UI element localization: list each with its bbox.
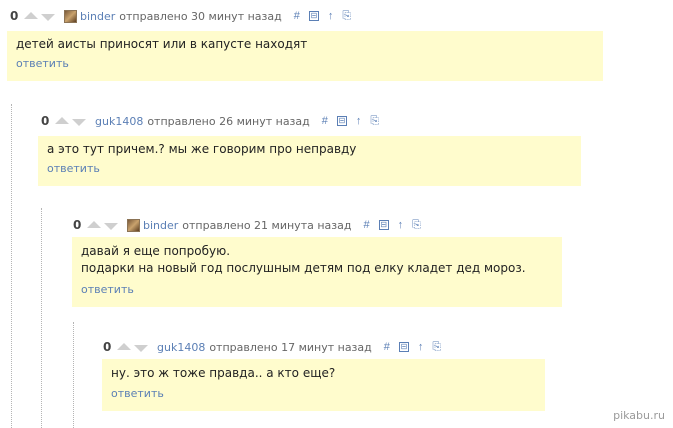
upvote-arrow-icon[interactable] — [24, 11, 38, 19]
comment-author[interactable]: binder — [80, 10, 115, 23]
upvote-arrow-icon[interactable] — [117, 342, 131, 350]
permalink-icon[interactable]: # — [363, 219, 369, 231]
user-avatar-icon[interactable] — [127, 218, 140, 232]
reply-link[interactable]: ответить — [111, 387, 164, 400]
parent-arrow-icon[interactable]: ↑ — [398, 219, 404, 231]
comment-header: 0 guk1408 отправлено 17 минут назад # ⊟ … — [103, 339, 450, 355]
comment-body: а это тут причем.? мы же говорим про неп… — [38, 136, 581, 186]
comment-score: 0 — [73, 218, 82, 232]
comment-score: 0 — [103, 340, 112, 354]
downvote-arrow-icon[interactable] — [72, 118, 86, 126]
comment-text: подарки на новый год послушным детям под… — [81, 261, 526, 275]
parent-arrow-icon[interactable]: ↑ — [418, 341, 424, 353]
comment-body: ну. это ж тоже правда.. а кто еще? ответ… — [102, 359, 545, 411]
comment-score: 0 — [10, 9, 19, 23]
downvote-arrow-icon[interactable] — [41, 13, 55, 21]
downvote-arrow-icon[interactable] — [134, 344, 148, 352]
upvote-arrow-icon[interactable] — [87, 220, 101, 228]
comment-text: ну. это ж тоже правда.. а кто еще? — [111, 366, 336, 380]
thread-line — [11, 104, 12, 428]
collapse-icon[interactable]: ⊟ — [398, 342, 409, 352]
collapse-icon[interactable]: ⊟ — [308, 11, 319, 21]
comment-author[interactable]: guk1408 — [157, 341, 205, 354]
comment-text: а это тут причем.? мы же говорим про неп… — [47, 142, 357, 156]
watermark: pikabu.ru — [613, 409, 665, 422]
parent-arrow-icon[interactable]: ↑ — [356, 115, 362, 127]
comment-timestamp: отправлено 17 минут назад — [209, 340, 372, 354]
permalink-icon[interactable]: # — [322, 115, 328, 127]
comment-header: 0 binder отправлено 30 минут назад # ⊟ ↑… — [10, 8, 360, 24]
user-avatar-icon[interactable] — [64, 9, 77, 23]
comment-author[interactable]: binder — [143, 219, 178, 232]
save-icon[interactable]: ⎘ — [370, 115, 379, 128]
save-icon[interactable]: ⎘ — [412, 219, 421, 232]
reply-link[interactable]: ответить — [47, 162, 100, 175]
downvote-arrow-icon[interactable] — [104, 222, 118, 230]
permalink-icon[interactable]: # — [294, 10, 300, 22]
save-icon[interactable]: ⎘ — [342, 10, 351, 23]
comment-timestamp: отправлено 30 минут назад — [119, 9, 282, 23]
comment-header: 0 binder отправлено 21 минута назад # ⊟ … — [73, 217, 430, 233]
comment-text: давай я еще попробую. — [81, 244, 231, 258]
comment-score: 0 — [41, 114, 50, 128]
permalink-icon[interactable]: # — [384, 341, 390, 353]
comment-timestamp: отправлено 26 минут назад — [147, 114, 310, 128]
parent-arrow-icon[interactable]: ↑ — [328, 10, 334, 22]
upvote-arrow-icon[interactable] — [55, 116, 69, 124]
thread-line — [73, 322, 74, 428]
collapse-icon[interactable]: ⊟ — [336, 116, 347, 126]
comment-body: давай я еще попробую. подарки на новый г… — [72, 237, 562, 307]
save-icon[interactable]: ⎘ — [432, 341, 441, 354]
reply-link[interactable]: ответить — [81, 283, 134, 296]
comment-timestamp: отправлено 21 минута назад — [182, 218, 352, 232]
comment-author[interactable]: guk1408 — [95, 115, 143, 128]
comment-text: детей аисты приносят или в капусте наход… — [16, 37, 308, 51]
reply-link[interactable]: ответить — [16, 57, 69, 70]
comment-header: 0 guk1408 отправлено 26 минут назад # ⊟ … — [41, 113, 388, 129]
thread-line — [41, 208, 42, 428]
comment-body: детей аисты приносят или в капусте наход… — [7, 31, 603, 81]
collapse-icon[interactable]: ⊟ — [378, 220, 389, 230]
